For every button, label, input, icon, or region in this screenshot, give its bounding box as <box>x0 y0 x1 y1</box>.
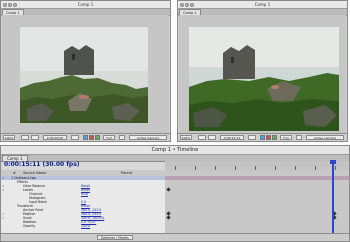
current-time-indicator[interactable] <box>332 161 334 233</box>
minimize-icon[interactable] <box>185 3 189 7</box>
composition-viewer-left: Comp 1 Comp 1 100% 0:00:00:00 Full Activ <box>0 0 171 142</box>
castle-frame-image-graded <box>179 15 346 134</box>
viewer-control-bar: 100% 0:00:15:11 Full Active Camera <box>178 133 347 141</box>
roi-button[interactable] <box>119 135 125 140</box>
close-icon[interactable] <box>180 3 184 7</box>
viewer-control-bar: 100% 0:00:00:00 Full Active Camera <box>1 133 170 141</box>
close-icon[interactable] <box>3 3 7 7</box>
layer-duration-bar[interactable] <box>165 176 349 180</box>
keyframe[interactable] <box>166 187 171 192</box>
property-row[interactable]: Opacity 100% <box>1 224 165 228</box>
layer-outline: ✓ 1 Chateau1.tga Effects ✓ Color Balance Re… <box>1 176 165 233</box>
current-time-display[interactable]: 0:00:00:00 <box>43 135 67 140</box>
window-controls[interactable] <box>180 2 195 9</box>
minimize-icon[interactable] <box>8 3 12 7</box>
timeline-graph-area[interactable] <box>165 170 349 233</box>
safe-margins-button[interactable] <box>198 135 206 140</box>
composition-viewer-right: Comp 1 Comp 1 100% 0:00:15:11 Full Activ <box>177 0 348 142</box>
current-time-display[interactable]: 0:00:15:11 <box>220 135 244 140</box>
resolution-dropdown[interactable]: Full <box>103 135 115 140</box>
view-dropdown[interactable]: Active Camera <box>306 135 344 140</box>
zoom-icon[interactable] <box>190 3 194 7</box>
view-dropdown[interactable]: Active Camera <box>129 135 167 140</box>
red-channel-icon[interactable] <box>266 135 271 140</box>
roi-button[interactable] <box>296 135 302 140</box>
row-label: Opacity <box>23 224 36 228</box>
snapshot-button[interactable] <box>248 135 256 140</box>
viewer-title: Comp 1 <box>254 2 271 7</box>
zoom-icon[interactable] <box>13 3 17 7</box>
viewer-title-bar: Comp 1 <box>1 1 170 9</box>
timeline-title: Comp 1 • Timeline <box>1 146 349 155</box>
magnification-dropdown[interactable]: 100% <box>3 135 15 140</box>
timeline-footer: Switches / Modes <box>1 233 349 241</box>
viewer-title: Comp 1 <box>77 2 94 7</box>
castle-frame-image <box>2 15 169 134</box>
keyframe[interactable] <box>166 215 171 220</box>
row-value[interactable]: 100% <box>81 224 90 228</box>
window-controls[interactable] <box>3 2 18 9</box>
timeline-window: Comp 1 • Timeline Comp 1 0:00:15:11 (30.… <box>0 145 350 242</box>
green-channel-icon[interactable] <box>95 135 100 140</box>
current-time-readout[interactable]: 0:00:15:11 (30.00 fps) <box>4 161 80 168</box>
switches-modes-toggle[interactable]: Switches / Modes <box>97 235 133 240</box>
safe-margins-button[interactable] <box>21 135 29 140</box>
comp-canvas[interactable] <box>179 15 346 134</box>
comp-canvas[interactable] <box>2 15 169 134</box>
snapshot-button[interactable] <box>71 135 79 140</box>
magnification-dropdown[interactable]: 100% <box>180 135 192 140</box>
grid-toggle-button[interactable] <box>31 135 39 140</box>
channel-icon[interactable] <box>83 135 88 140</box>
red-channel-icon[interactable] <box>89 135 94 140</box>
viewer-title-bar: Comp 1 <box>178 1 347 9</box>
grid-toggle-button[interactable] <box>208 135 216 140</box>
green-channel-icon[interactable] <box>272 135 277 140</box>
channel-icon[interactable] <box>260 135 265 140</box>
resolution-dropdown[interactable]: Full <box>280 135 292 140</box>
